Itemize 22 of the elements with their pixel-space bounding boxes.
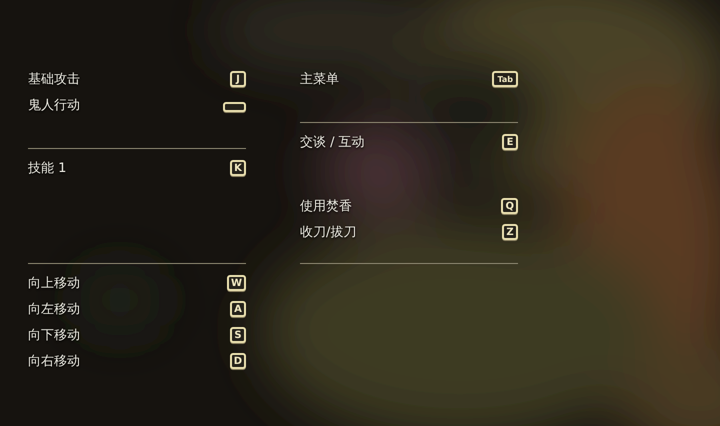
key-cap: Q (501, 198, 518, 214)
key-cap: Tab (492, 71, 518, 87)
action-label: 向上移动 (28, 275, 80, 292)
action-label: 交谈 / 互动 (300, 134, 365, 151)
action-label: 技能 1 (28, 160, 66, 177)
key-cap: J (230, 71, 246, 87)
action-label: 向右移动 (28, 353, 80, 370)
action-label: 基础攻击 (28, 71, 80, 88)
key-cap: K (230, 160, 246, 176)
action-label: 收刀/拔刀 (300, 224, 356, 241)
key-cap: D (230, 353, 246, 369)
key-cap: W (226, 275, 246, 291)
action-label: 主菜单 (300, 71, 339, 88)
action-label: 向左移动 (28, 301, 80, 318)
spacebar-key-icon (223, 102, 246, 112)
key-cap: E (502, 134, 518, 150)
key-cap: A (230, 301, 246, 317)
key-cap: S (230, 327, 246, 343)
action-label: 鬼人行动 (28, 97, 80, 114)
action-label: 向下移动 (28, 327, 80, 344)
action-label: 使用焚香 (300, 198, 352, 215)
key-cap: Z (502, 224, 518, 240)
